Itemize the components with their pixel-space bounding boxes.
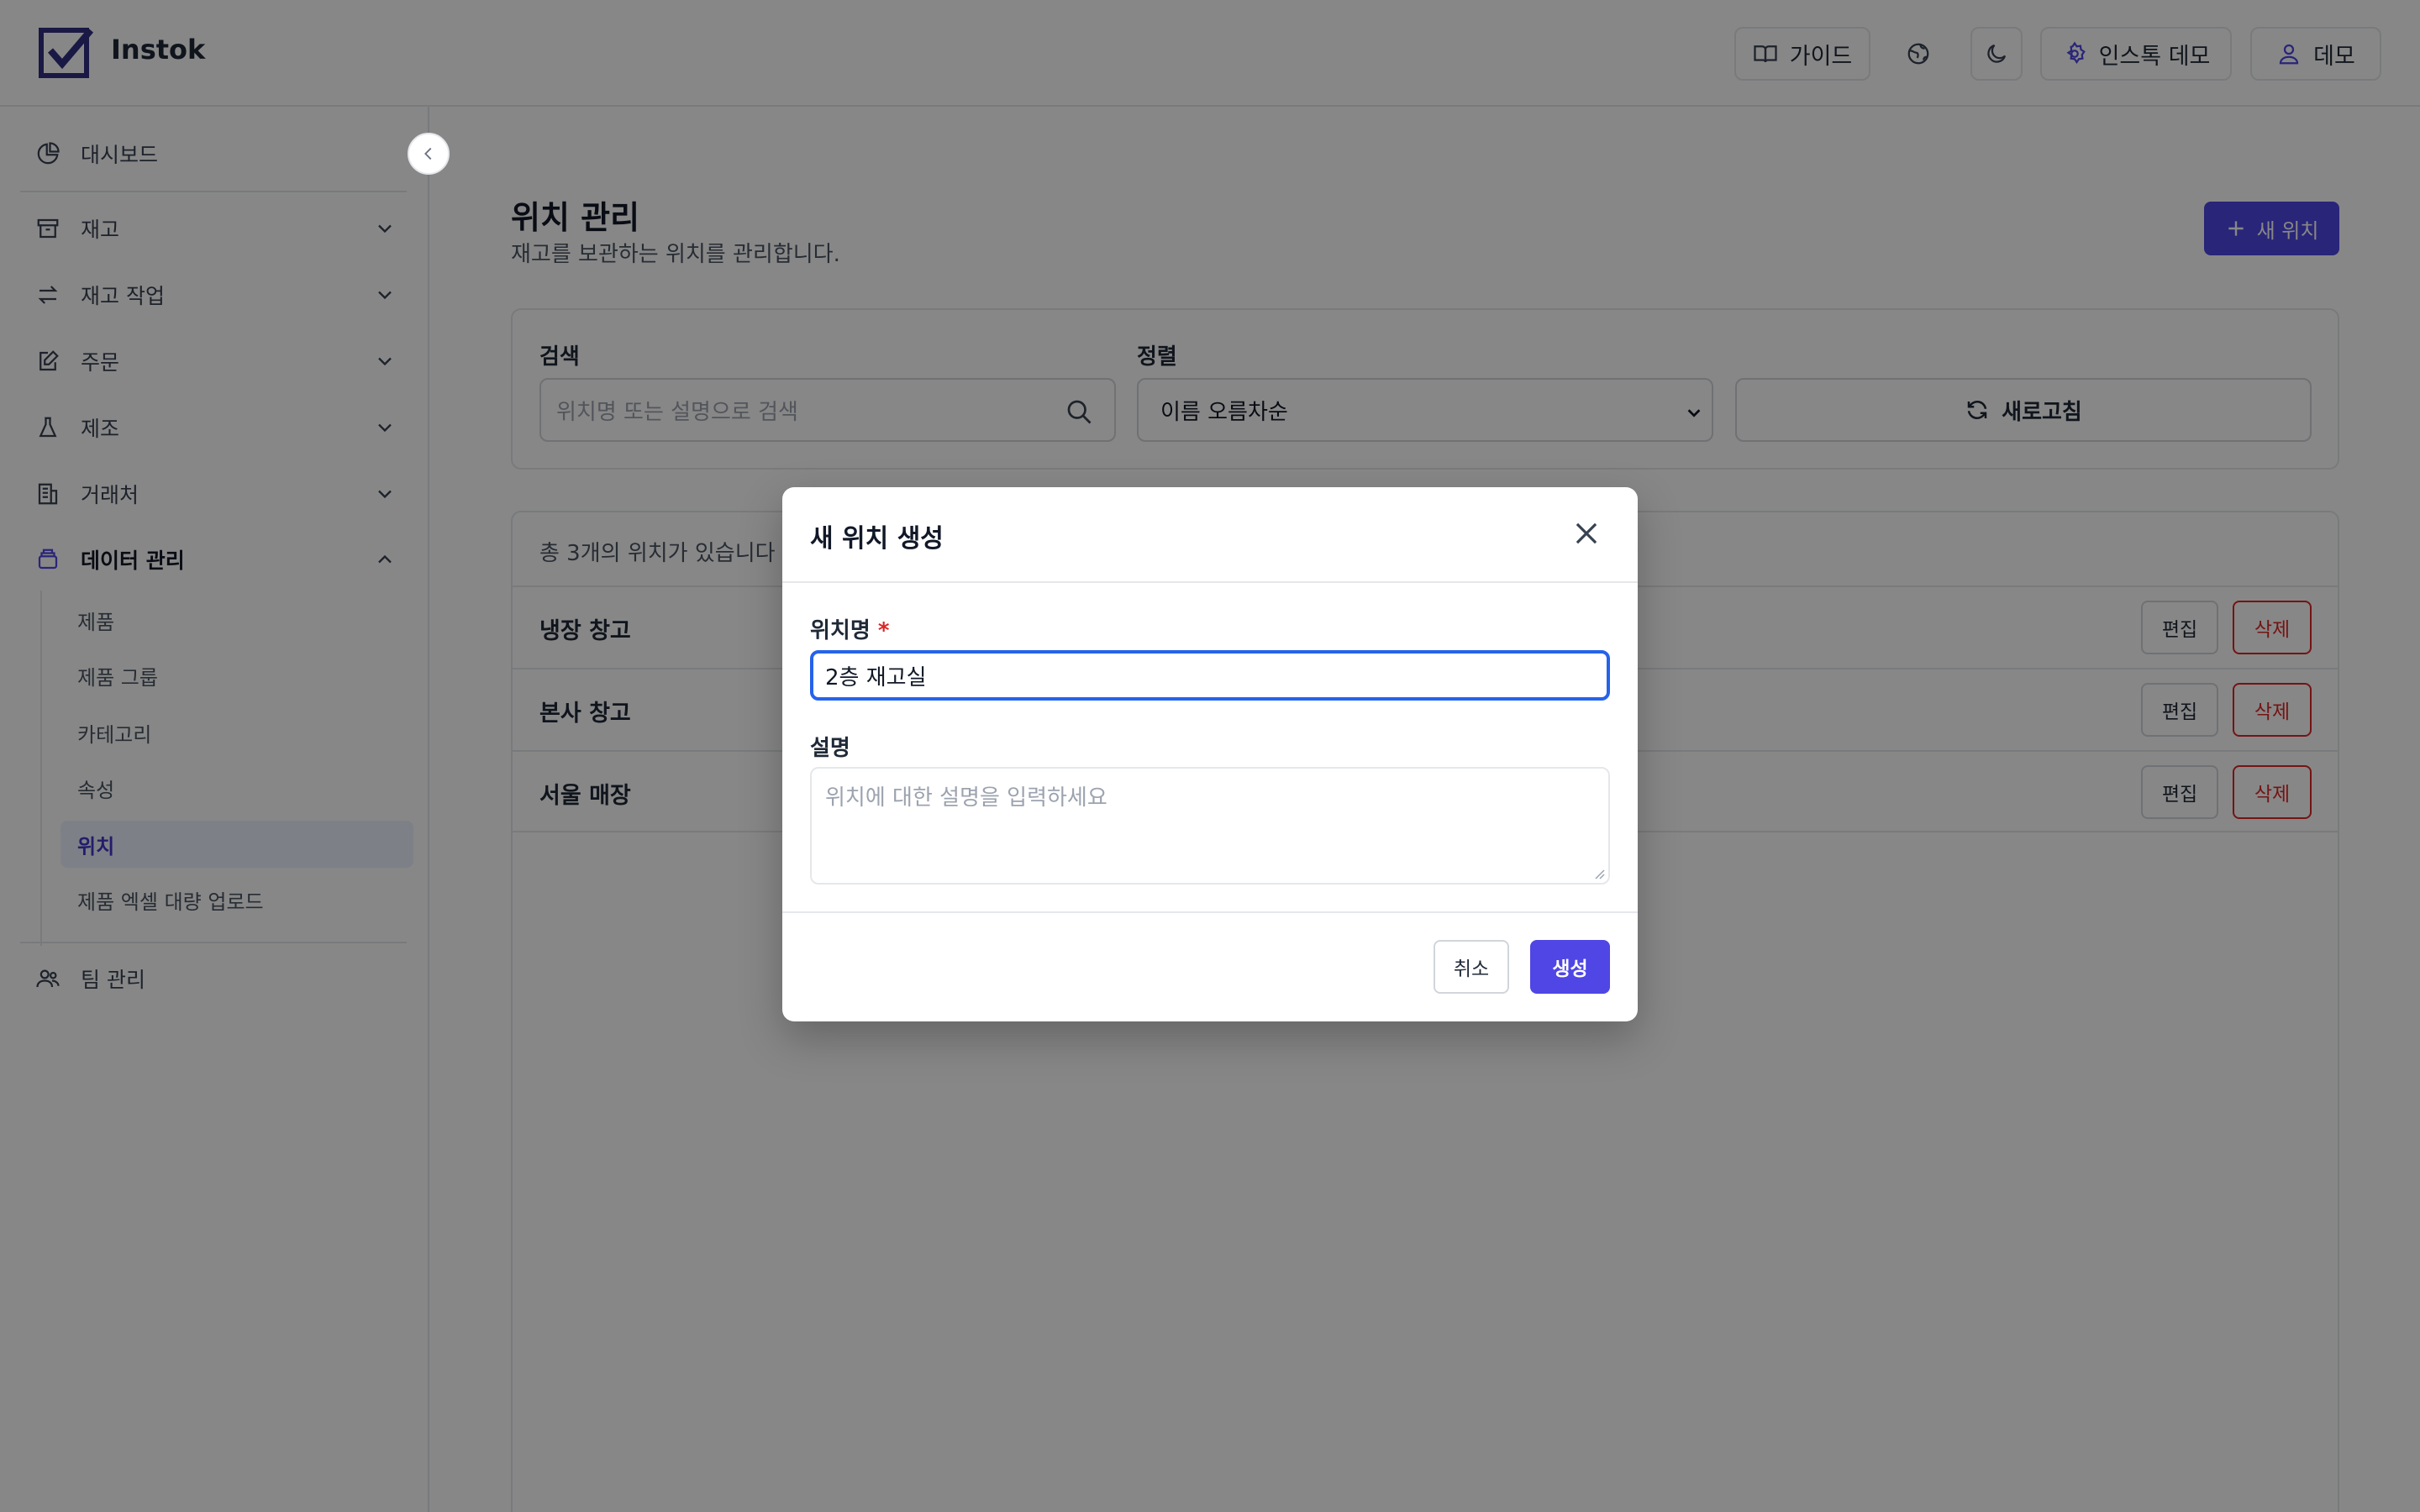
- resize-handle-icon[interactable]: [1591, 866, 1605, 879]
- sidebar-collapse-button[interactable]: [408, 133, 450, 175]
- description-textarea[interactable]: 위치에 대한 설명을 입력하세요: [810, 767, 1610, 885]
- chevron-left-icon: [424, 147, 432, 160]
- description-label: 설명: [810, 736, 850, 761]
- location-name-label: 위치명 *: [810, 618, 890, 643]
- dialog-title: 새 위치 생성: [810, 524, 944, 554]
- location-name-input[interactable]: 2층 재고실: [810, 650, 1610, 701]
- required-mark: *: [877, 618, 890, 643]
- close-icon[interactable]: [1570, 517, 1602, 549]
- create-location-dialog: 새 위치 생성 위치명 * 2층 재고실 설명 위치에 대한 설명을 입력하세요…: [782, 487, 1638, 1021]
- cancel-button[interactable]: 취소: [1434, 940, 1509, 994]
- create-button[interactable]: 생성: [1530, 940, 1610, 994]
- dialog-divider: [782, 911, 1638, 913]
- dialog-divider: [782, 581, 1638, 583]
